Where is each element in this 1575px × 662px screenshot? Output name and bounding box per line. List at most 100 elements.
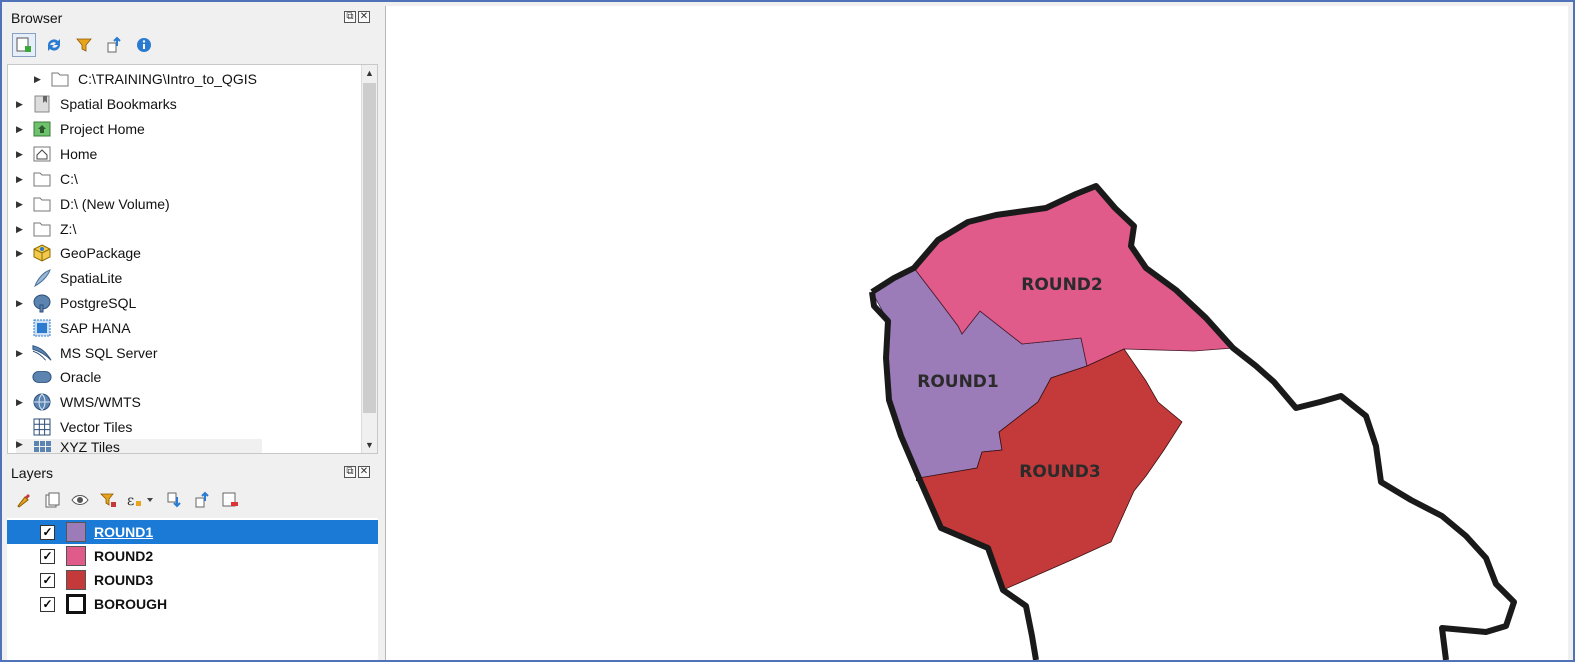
layer-row-borough[interactable]: ✓ BOROUGH xyxy=(7,592,378,616)
close-panel-button[interactable]: ✕ xyxy=(358,11,370,23)
folder-icon xyxy=(50,69,70,89)
tree-item-c-drive[interactable]: ▶ C:\ xyxy=(16,167,78,191)
expand-arrow-icon[interactable]: ▶ xyxy=(16,174,24,185)
xyz-tiles-icon xyxy=(32,439,52,453)
tree-item-training-folder[interactable]: ▶ C:\TRAINING\Intro_to_QGIS xyxy=(34,67,257,91)
scroll-down-icon[interactable]: ▼ xyxy=(362,437,377,453)
expand-all-button[interactable] xyxy=(162,488,186,512)
add-layer-icon xyxy=(16,37,31,52)
visibility-button[interactable] xyxy=(68,488,92,512)
layers-panel-title: Layers xyxy=(11,465,54,481)
info-icon xyxy=(137,38,151,52)
refresh-button[interactable] xyxy=(42,33,66,57)
float-panel-button[interactable]: ⧉ xyxy=(344,466,356,478)
tree-item-geopackage[interactable]: ▶ GeoPackage xyxy=(16,241,141,265)
remove-layer-button[interactable] xyxy=(218,488,242,512)
close-panel-button[interactable]: ✕ xyxy=(358,466,370,478)
expand-arrow-icon[interactable]: ▶ xyxy=(16,248,24,259)
postgresql-icon xyxy=(32,293,52,313)
browser-toolbar xyxy=(12,33,156,57)
collapse-all-icon xyxy=(195,491,209,508)
tree-item-postgresql[interactable]: ▶ PostgreSQL xyxy=(16,291,136,315)
layer-name: ROUND2 xyxy=(94,548,154,564)
layer-visibility-checkbox[interactable]: ✓ xyxy=(40,572,55,588)
layer-row-round1[interactable]: ✓ ROUND1 xyxy=(7,520,378,544)
tree-item-xyz-tiles[interactable]: ▶ XYZ Tiles xyxy=(16,439,262,454)
expand-arrow-icon[interactable]: ▶ xyxy=(16,397,24,408)
expand-arrow-icon[interactable]: ▶ xyxy=(34,74,42,85)
layer-visibility-checkbox[interactable]: ✓ xyxy=(40,596,55,612)
tree-item-label: Spatial Bookmarks xyxy=(60,96,177,112)
expand-arrow-icon[interactable]: ▶ xyxy=(16,124,24,135)
layer-name: BOROUGH xyxy=(94,596,168,612)
tree-item-label: GeoPackage xyxy=(60,245,141,261)
filter-icon xyxy=(76,38,92,52)
expand-arrow-icon[interactable]: ▶ xyxy=(16,298,24,309)
refresh-icon xyxy=(48,39,60,51)
filter-button[interactable] xyxy=(72,33,96,57)
expand-arrow-icon[interactable]: ▶ xyxy=(16,439,24,450)
expand-all-icon xyxy=(167,492,181,508)
browser-scrollbar[interactable]: ▲ ▼ xyxy=(361,65,377,453)
tree-item-label: C:\ xyxy=(60,171,78,187)
vector-tiles-icon xyxy=(32,417,52,437)
layer-symbol-swatch[interactable] xyxy=(66,594,86,614)
layer-visibility-checkbox[interactable]: ✓ xyxy=(40,524,55,540)
layer-symbol-swatch[interactable] xyxy=(66,570,86,590)
layer-row-round2[interactable]: ✓ ROUND2 xyxy=(7,544,378,568)
tree-item-project-home[interactable]: ▶ Project Home xyxy=(16,117,145,141)
add-layer-button[interactable] xyxy=(12,33,36,57)
tree-item-home[interactable]: ▶ Home xyxy=(16,142,97,166)
tree-item-label: MS SQL Server xyxy=(60,345,158,361)
folder-icon xyxy=(32,219,52,239)
tree-item-oracle[interactable]: Oracle xyxy=(16,365,101,389)
tree-item-mssql[interactable]: ▶ MS SQL Server xyxy=(16,341,158,365)
tree-item-label: Project Home xyxy=(60,121,145,137)
expand-arrow-icon[interactable]: ▶ xyxy=(16,149,24,160)
folder-icon xyxy=(32,194,52,214)
map-label-round2: ROUND2 xyxy=(1021,275,1103,295)
map-label-round3: ROUND3 xyxy=(1019,462,1101,482)
scrollbar-thumb[interactable] xyxy=(363,83,376,413)
scroll-up-icon[interactable]: ▲ xyxy=(362,65,377,81)
tree-item-label: Oracle xyxy=(60,369,102,385)
float-panel-button[interactable]: ⧉ xyxy=(344,11,356,23)
layer-symbol-swatch[interactable] xyxy=(66,522,86,542)
tree-item-d-drive[interactable]: ▶ D:\ (New Volume) xyxy=(16,192,170,216)
tree-item-wms-wmts[interactable]: ▶ WMS/WMTS xyxy=(16,390,141,414)
tree-item-label: XYZ Tiles xyxy=(60,439,120,454)
browser-tree[interactable]: ▶ C:\TRAINING\Intro_to_QGIS ▶ Spatial Bo… xyxy=(7,64,378,454)
style-button[interactable] xyxy=(12,488,36,512)
filter-legend-icon xyxy=(100,493,116,507)
expand-arrow-icon[interactable]: ▶ xyxy=(16,348,24,359)
expression-filter-button[interactable]: ε xyxy=(124,488,158,512)
spatialite-icon xyxy=(32,268,52,288)
info-button[interactable] xyxy=(132,33,156,57)
map-canvas[interactable]: ROUND2 ROUND1 ROUND3 xyxy=(385,6,1568,660)
map-svg[interactable]: ROUND2 ROUND1 ROUND3 xyxy=(386,6,1569,660)
expand-arrow-icon[interactable]: ▶ xyxy=(16,224,24,235)
filter-legend-button[interactable] xyxy=(96,488,120,512)
tree-item-vector-tiles[interactable]: Vector Tiles xyxy=(16,415,132,439)
tree-item-sap-hana[interactable]: SAP HANA xyxy=(16,316,131,340)
tree-item-label: SpatiaLite xyxy=(60,270,123,286)
add-group-button[interactable] xyxy=(40,488,64,512)
tree-item-z-drive[interactable]: ▶ Z:\ xyxy=(16,217,76,241)
tree-item-spatial-bookmarks[interactable]: ▶ Spatial Bookmarks xyxy=(16,92,177,116)
tree-item-label: Home xyxy=(60,146,98,162)
remove-layer-icon xyxy=(222,492,238,507)
layer-symbol-swatch[interactable] xyxy=(66,546,86,566)
tree-item-spatialite[interactable]: SpatiaLite xyxy=(16,266,122,290)
expression-filter-icon: ε xyxy=(127,493,153,509)
collapse-all-layers-button[interactable] xyxy=(190,488,214,512)
collapse-all-button[interactable] xyxy=(102,33,126,57)
visibility-icon xyxy=(71,495,89,505)
tree-item-label: D:\ (New Volume) xyxy=(60,196,170,212)
expand-arrow-icon[interactable]: ▶ xyxy=(16,99,24,110)
layers-tree[interactable]: ✓ ROUND1 ✓ ROUND2 ✓ ROUND3 ✓ BOROUGH xyxy=(7,518,378,660)
layer-name: ROUND3 xyxy=(94,572,154,588)
sap-hana-icon xyxy=(32,318,52,338)
layer-visibility-checkbox[interactable]: ✓ xyxy=(40,548,55,564)
expand-arrow-icon[interactable]: ▶ xyxy=(16,199,24,210)
layer-row-round3[interactable]: ✓ ROUND3 xyxy=(7,568,378,592)
